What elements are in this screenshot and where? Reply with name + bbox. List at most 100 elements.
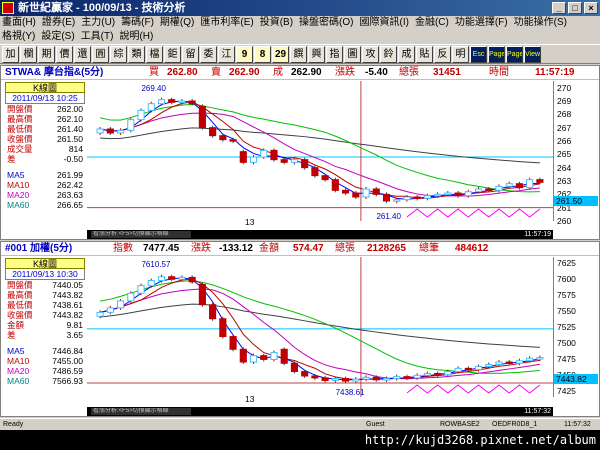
toolbar-button-22[interactable]: 成 xyxy=(398,45,415,63)
candlestick xyxy=(239,151,247,163)
toolbar-button-11[interactable]: 委 xyxy=(200,45,217,63)
toolbar-button-18[interactable]: 指 xyxy=(326,45,343,63)
scroll-thumb[interactable]: 看漲分析:<F5>切換顯示格線 xyxy=(91,408,191,415)
toolbar-button-6[interactable]: 綜 xyxy=(110,45,127,63)
watermark-url: http://kujd3268.pixnet.net/album xyxy=(0,430,600,450)
menu-item-secondary-3[interactable]: 說明(H) xyxy=(119,30,153,44)
ma-row: MA5 261.99 xyxy=(5,170,85,180)
toolbar-button-15[interactable]: 29 xyxy=(272,45,289,63)
toolbar-button-21[interactable]: 鈴 xyxy=(380,45,397,63)
candlestick xyxy=(393,376,401,380)
axis-tick: 7625 xyxy=(557,258,576,269)
status-ready: Ready xyxy=(3,421,24,428)
menu-item-9[interactable]: 金融(C) xyxy=(415,16,449,30)
menu-item-6[interactable]: 投資(B) xyxy=(260,16,293,30)
buy-value: 262.80 xyxy=(167,67,198,78)
menu-item-secondary-1[interactable]: 設定(S) xyxy=(41,30,74,44)
menu-item-4[interactable]: 期權(Q) xyxy=(160,16,194,30)
menu-item-1[interactable]: 證券(E) xyxy=(42,16,75,30)
close-icon[interactable]: × xyxy=(584,2,598,14)
menu-item-secondary-2[interactable]: 工具(T) xyxy=(81,30,114,44)
symbol-label[interactable]: #001 加權(5分) xyxy=(5,242,72,256)
menu-item-secondary-0[interactable]: 格視(Y) xyxy=(2,30,35,44)
toolbar-button-26[interactable]: Esc xyxy=(470,45,487,63)
toolbar-button-10[interactable]: 留 xyxy=(182,45,199,63)
toolbar-button-9[interactable]: 鉅 xyxy=(164,45,181,63)
toolbar-button-29[interactable]: View xyxy=(524,45,541,63)
candlestick xyxy=(219,135,227,141)
axis-tick: 7525 xyxy=(557,322,576,332)
status-user: Guest xyxy=(366,421,385,428)
toolbar-button-24[interactable]: 反 xyxy=(434,45,451,63)
maximize-icon[interactable]: □ xyxy=(568,2,582,14)
menu-item-7[interactable]: 操盤密碼(O) xyxy=(299,16,353,30)
toolbar-button-8[interactable]: 檔 xyxy=(146,45,163,63)
ohlc-row: 金額 9.81 xyxy=(5,320,85,330)
menu-item-10[interactable]: 功能選擇(F) xyxy=(455,16,508,30)
toolbar-button-7[interactable]: 類 xyxy=(128,45,145,63)
toolbar-button-13[interactable]: 9 xyxy=(236,45,253,63)
axis-tick: 260 xyxy=(557,216,572,226)
menu-item-2[interactable]: 主力(U) xyxy=(81,16,115,30)
signal-line xyxy=(406,384,541,394)
menu-item-0[interactable]: 畫面(H) xyxy=(2,16,36,30)
menu-item-3[interactable]: 籌碼(F) xyxy=(121,16,154,30)
chart-scrollbar[interactable]: 看漲分析:<F5>切換顯示格線 11:57:32 xyxy=(87,407,553,416)
toolbar-button-27[interactable]: Page xyxy=(488,45,505,63)
candlestick xyxy=(106,307,114,313)
candlestick xyxy=(444,371,452,376)
ohlc-row-value: 9.81 xyxy=(66,320,83,330)
toolbar-button-20[interactable]: 攻 xyxy=(362,45,379,63)
ohlc-row-value: 814 xyxy=(68,144,83,154)
toolbar-button-23[interactable]: 貼 xyxy=(416,45,433,63)
candlestick xyxy=(342,378,350,382)
toolbar-button-19[interactable]: 圖 xyxy=(344,45,361,63)
toolbar-button-16[interactable]: 饌 xyxy=(290,45,307,63)
toolbar-button-0[interactable]: 加 xyxy=(2,45,19,63)
candlestick-chart[interactable]: 269.40 261.40 xyxy=(87,81,553,221)
kline-title: K線圖 xyxy=(5,258,85,269)
candlestick xyxy=(96,128,104,134)
candlestick xyxy=(249,355,258,363)
toolbar-button-28[interactable]: Page xyxy=(506,45,523,63)
axis-tick: 7475 xyxy=(557,353,576,364)
chart-scrollbar[interactable]: 看漲分析:<F5>切換顯示格線 11:57:19 xyxy=(87,230,553,239)
candlestick xyxy=(454,367,462,373)
menu-item-11[interactable]: 功能操作(S) xyxy=(514,16,567,30)
signal-line xyxy=(406,208,541,218)
index-label: 指數 xyxy=(113,243,133,254)
axis-tick: 268 xyxy=(557,109,572,120)
ohlc-row: 收盤價 7443.82 xyxy=(5,310,85,320)
symbol-label[interactable]: STWA& 摩台指&(5分) xyxy=(5,66,103,80)
toolbar-button-25[interactable]: 明 xyxy=(452,45,469,63)
candlestick xyxy=(260,355,268,360)
title-bar[interactable]: 新世紀贏家 - 100/09/13 - 技術分析 _ □ × xyxy=(0,0,600,16)
toolbar-button-4[interactable]: 還 xyxy=(74,45,91,63)
candlestick xyxy=(137,109,145,121)
app-window: 新世紀贏家 - 100/09/13 - 技術分析 _ □ × 畫面(H) 證券(E… xyxy=(0,0,600,450)
toolbar-button-1[interactable]: 欄 xyxy=(20,45,37,63)
toolbar-button-3[interactable]: 價 xyxy=(56,45,73,63)
ohlc-row-key: 最高價 xyxy=(7,114,33,124)
axis-tick: 7575 xyxy=(557,290,576,301)
minimize-icon[interactable]: _ xyxy=(552,2,566,14)
toolbar-button-17[interactable]: 興 xyxy=(308,45,325,63)
candlestick-chart[interactable]: 7610.57 7438.61 xyxy=(87,257,553,397)
menu-item-8[interactable]: 國際資訊(I) xyxy=(360,16,409,30)
candlestick xyxy=(168,99,176,103)
ma-list: MA5 7446.84 MA10 7455.00 MA20 7486.59 MA60 7566… xyxy=(5,346,85,386)
candlestick xyxy=(434,193,442,197)
toolbar-button-12[interactable]: 江 xyxy=(218,45,235,63)
toolbar-button-5[interactable]: 圓 xyxy=(92,45,109,63)
scroll-thumb[interactable]: 看漲分析:<F5>切換顯示格線 xyxy=(91,231,191,238)
chart-panel-taiex: #001 加權(5分) 指數 7477.45 漲跌 -133.12 金額 574… xyxy=(0,241,600,417)
ohlc-row-value: 261.40 xyxy=(57,124,83,134)
menu-item-5[interactable]: 匯市利率(E) xyxy=(200,16,253,30)
axis-tick: 7425 xyxy=(557,385,576,396)
candlestick xyxy=(413,374,421,379)
toolbar-button-2[interactable]: 期 xyxy=(38,45,55,63)
toolbar-button-14[interactable]: 8 xyxy=(254,45,271,63)
ma-row-value: 266.65 xyxy=(57,200,83,210)
candlestick xyxy=(352,192,360,198)
candlestick xyxy=(464,191,472,197)
